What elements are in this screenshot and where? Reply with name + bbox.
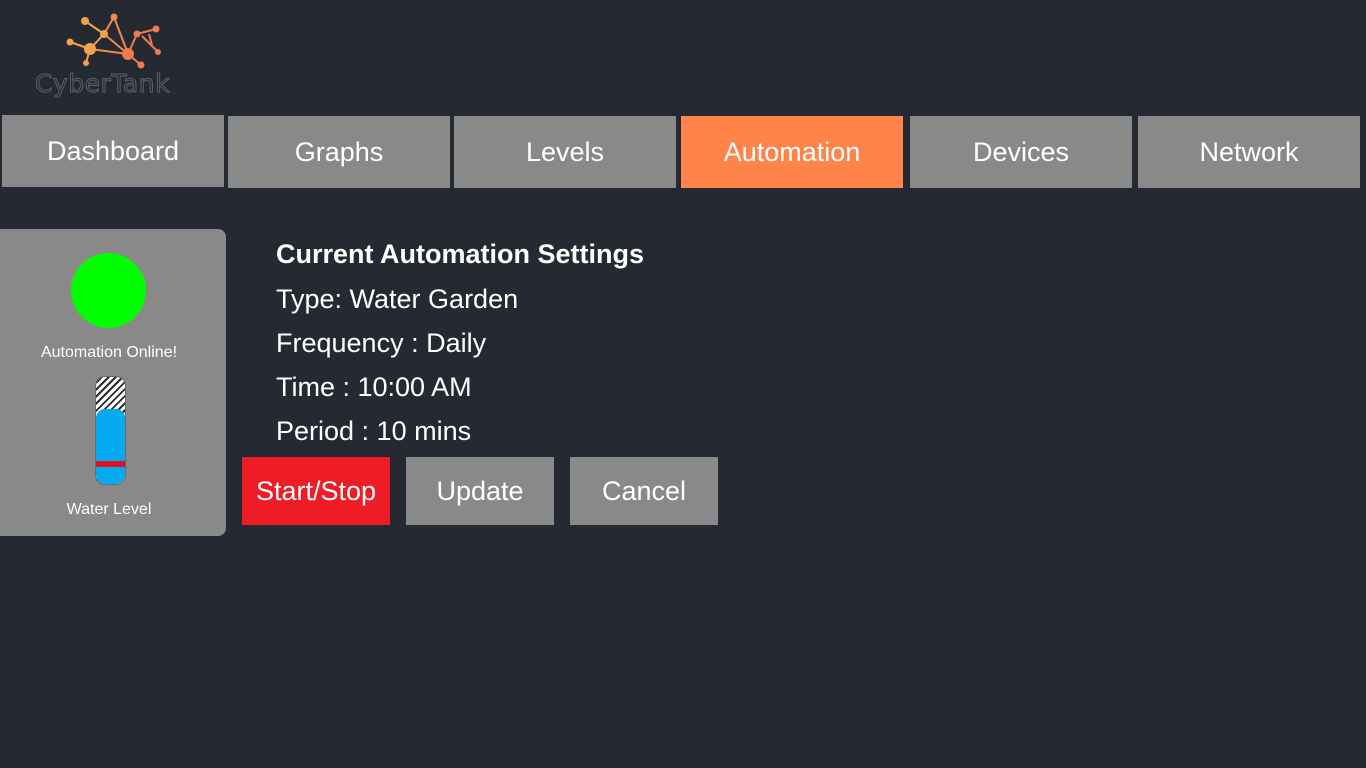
- water-level-label: Water Level: [66, 501, 152, 518]
- app-logo: CyberTank: [34, 12, 194, 102]
- tab-levels[interactable]: Levels: [454, 116, 676, 188]
- water-level-marker: [96, 461, 125, 467]
- tab-automation[interactable]: Automation: [681, 116, 903, 188]
- update-button[interactable]: Update: [406, 457, 554, 525]
- tab-devices[interactable]: Devices: [910, 116, 1132, 188]
- logo-text: CyberTank: [34, 69, 171, 99]
- water-level-gauge-icon: [95, 376, 126, 485]
- automation-status-text: Automation Online!: [40, 344, 178, 361]
- settings-frequency: Frequency : Daily: [276, 328, 487, 358]
- settings-type: Type: Water Garden: [276, 284, 519, 314]
- cancel-button[interactable]: Cancel: [570, 457, 718, 525]
- start-stop-button[interactable]: Start/Stop: [242, 457, 390, 525]
- settings-title: Current Automation Settings: [276, 239, 644, 269]
- tab-graphs[interactable]: Graphs: [228, 116, 450, 188]
- status-indicator-icon: [71, 253, 146, 328]
- settings-time: Time : 10:00 AM: [276, 372, 472, 402]
- settings-period: Period : 10 mins: [276, 416, 472, 446]
- network-logo-icon: [66, 13, 161, 69]
- water-level-fill: [96, 409, 125, 484]
- tab-dashboard[interactable]: Dashboard: [2, 115, 224, 187]
- tab-network[interactable]: Network: [1138, 116, 1360, 188]
